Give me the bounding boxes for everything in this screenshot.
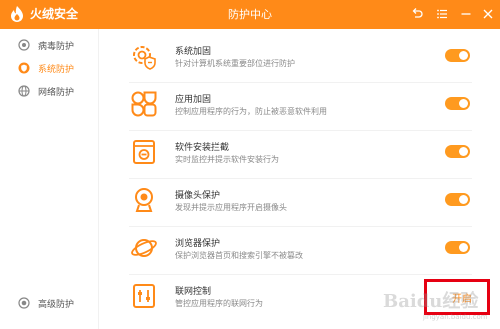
toggle-knob (459, 99, 468, 108)
feature-row-system-hardening: 系统加固 针对计算机系统重要部位进行防护 (99, 35, 500, 83)
sidebar-item-advanced-protection[interactable]: 高级防护 (0, 291, 98, 315)
feature-title: 应用加固 (175, 95, 212, 105)
install-interception-toggle[interactable] (445, 145, 470, 158)
toggle-knob (459, 195, 468, 204)
back-icon[interactable] (409, 6, 425, 22)
window-title: 防护中心 (228, 8, 272, 21)
toggle-knob (459, 147, 468, 156)
title-bar: 火绒安全 防护中心 (0, 0, 500, 29)
close-icon[interactable] (480, 6, 496, 22)
planet-browser-icon (131, 239, 157, 257)
watermark: Baidu经验 jingyan.baidu.com (383, 287, 499, 327)
feature-description: 实时监控并提示软件安装行为 (175, 155, 279, 164)
feature-description: 控制应用程序的行为，防止被恶意软件利用 (175, 107, 327, 116)
sidebar-item-label: 网络防护 (38, 87, 75, 98)
virus-shield-icon (18, 39, 30, 51)
watermark-text: Baidu经验 (383, 291, 479, 312)
feature-title: 软件安装拦截 (175, 143, 230, 153)
network-shield-icon (18, 85, 30, 97)
apps-grid-icon (131, 91, 157, 117)
feature-row-install-interception: 软件安装拦截 实时监控并提示软件安装行为 (99, 131, 500, 179)
feature-title: 系统加固 (175, 47, 212, 57)
webcam-icon (135, 188, 153, 212)
feature-row-browser-protection: 浏览器保护 保护浏览器首页和搜索引擎不被篡改 (99, 227, 500, 275)
feature-title: 联网控制 (175, 287, 212, 297)
toggle-knob (459, 51, 468, 60)
sidebar: 病毒防护 系统防护 网络防护 高级防护 (0, 29, 99, 329)
feature-description: 管控应用程序的联网行为 (175, 299, 263, 308)
menu-icon[interactable] (434, 6, 450, 22)
sidebar-item-network-protection[interactable]: 网络防护 (0, 79, 98, 103)
sidebar-item-label: 系统防护 (38, 64, 75, 75)
system-shield-icon (18, 62, 30, 74)
sidebar-item-system-protection[interactable]: 系统防护 (0, 56, 98, 80)
minimize-icon[interactable] (458, 6, 474, 22)
feature-row-webcam-protection: 摄像头保护 发现并提示应用程序开启摄像头 (99, 179, 500, 227)
network-control-icon (133, 284, 155, 308)
webcam-protection-toggle[interactable] (445, 193, 470, 206)
toggle-knob (459, 243, 468, 252)
watermark-subtext: jingyan.baidu.com (423, 313, 488, 321)
sidebar-item-virus-protection[interactable]: 病毒防护 (0, 33, 98, 57)
gear-shield-icon (133, 46, 156, 70)
feature-title: 浏览器保护 (175, 239, 221, 249)
browser-protection-toggle[interactable] (445, 241, 470, 254)
feature-row-app-hardening: 应用加固 控制应用程序的行为，防止被恶意软件利用 (99, 83, 500, 131)
app-hardening-toggle[interactable] (445, 97, 470, 110)
system-hardening-toggle[interactable] (445, 49, 470, 62)
sidebar-item-label: 病毒防护 (38, 41, 75, 52)
advanced-shield-icon (18, 297, 30, 309)
feature-title: 摄像头保护 (175, 191, 221, 201)
feature-description: 保护浏览器首页和搜索引擎不被篡改 (175, 251, 303, 260)
feature-description: 针对计算机系统重要部位进行防护 (175, 59, 295, 68)
sidebar-item-label: 高级防护 (38, 299, 75, 310)
feature-description: 发现并提示应用程序开启摄像头 (175, 203, 287, 212)
install-block-icon (133, 140, 155, 164)
